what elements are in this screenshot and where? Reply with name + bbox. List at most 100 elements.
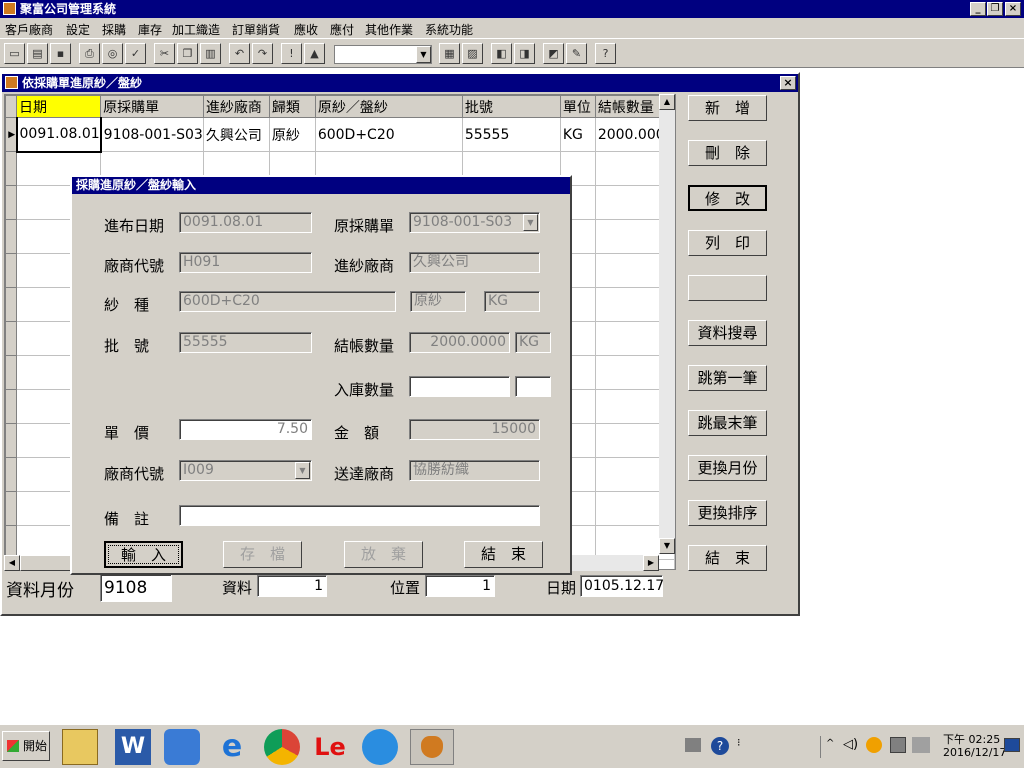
save-button[interactable]: 存 檔 [223, 541, 302, 568]
orig-po-select[interactable]: 9108-001-S03 ▼ [409, 212, 540, 233]
col-header-date[interactable]: 日期 [15, 95, 102, 118]
menu-system[interactable]: 系統功能 [425, 21, 473, 38]
grid-cell-vendor[interactable]: 久興公司 [202, 117, 270, 152]
minimize-button[interactable]: _ [970, 2, 986, 16]
edit-button[interactable]: 修 改 [688, 185, 767, 211]
internet-explorer-icon[interactable]: e [214, 729, 250, 765]
settle-qty-field[interactable]: 2000.0000 [409, 332, 510, 353]
exclamation-icon[interactable]: ! [281, 43, 302, 64]
col-header-vendor[interactable]: 進紗廠商 [202, 95, 270, 118]
fox-app-taskbar-icon[interactable] [410, 729, 454, 765]
cut-icon[interactable]: ✂ [154, 43, 175, 64]
clock-date[interactable]: 2016/12/17 [943, 746, 1006, 759]
chevron-down-icon[interactable]: ▼ [416, 46, 431, 63]
picture-icon[interactable]: ▨ [462, 43, 483, 64]
change-sort-button[interactable]: 更換排序 [688, 500, 767, 526]
vendor-code-field[interactable]: H091 [179, 252, 312, 273]
change-month-button[interactable]: 更換月份 [688, 455, 767, 481]
menu-other[interactable]: 其他作業 [365, 21, 413, 38]
first-record-button[interactable]: 跳第一筆 [688, 365, 767, 391]
last-record-button[interactable]: 跳最末筆 [688, 410, 767, 436]
col-header-yarn[interactable]: 原紗／盤紗 [314, 95, 463, 118]
yarn-type-field[interactable]: 600D+C20 [179, 291, 396, 312]
restore-button[interactable]: ❐ [987, 2, 1003, 16]
save-disk-icon[interactable]: ▪ [50, 43, 71, 64]
new-file-icon[interactable]: ▭ [4, 43, 25, 64]
chevron-down-icon[interactable]: ▼ [523, 214, 538, 231]
discard-button[interactable]: 放 棄 [344, 541, 423, 568]
menu-inventory[interactable]: 庫存 [138, 21, 162, 38]
col-header-unit[interactable]: 單位 [559, 95, 596, 118]
print-preview-icon[interactable]: ◎ [102, 43, 123, 64]
add-button[interactable]: 新 增 [688, 95, 767, 121]
category-field[interactable]: 原紗 [410, 291, 466, 312]
search-button[interactable]: 資料搜尋 [688, 320, 767, 346]
child-close-button[interactable]: × [780, 76, 796, 90]
close-button[interactable]: × [1005, 2, 1021, 16]
unit-field[interactable]: KG [484, 291, 540, 312]
tool-a-icon[interactable]: ◧ [491, 43, 512, 64]
form-icon[interactable]: ▦ [439, 43, 460, 64]
open-folder-icon[interactable]: ▤ [27, 43, 48, 64]
file-explorer-icon[interactable] [62, 729, 98, 765]
print-icon[interactable]: ⎙ [79, 43, 100, 64]
yarn-vendor-field[interactable]: 久興公司 [409, 252, 540, 273]
help-icon[interactable]: ? [595, 43, 616, 64]
menu-orders[interactable]: 訂單銷貨 [232, 21, 280, 38]
grid-cell-po[interactable]: 9108-001-S03 [100, 117, 204, 152]
lot-field[interactable]: 55555 [179, 332, 312, 353]
grid-cell-yarn[interactable]: 600D+C20 [314, 117, 463, 152]
dialog-close-button[interactable]: 結 束 [464, 541, 543, 568]
tool-b-icon[interactable]: ◨ [514, 43, 535, 64]
antivirus-icon[interactable] [866, 737, 882, 753]
col-header-po[interactable]: 原採購單 [100, 95, 204, 118]
clock-time[interactable]: 下午 02:25 [943, 731, 1000, 747]
undo-icon[interactable]: ↶ [229, 43, 250, 64]
col-header-lot[interactable]: 批號 [461, 95, 561, 118]
menu-purchase[interactable]: 採購 [102, 21, 126, 38]
blank-button[interactable] [688, 275, 767, 301]
redo-icon[interactable]: ↷ [252, 43, 273, 64]
grid-cell-lot[interactable]: 55555 [461, 117, 561, 152]
menu-settings[interactable]: 設定 [66, 21, 90, 38]
chart-icon[interactable]: ▲ [304, 43, 325, 64]
help-tray-icon[interactable]: ? [711, 737, 729, 755]
tool-c-icon[interactable]: ◩ [543, 43, 564, 64]
scroll-down-icon[interactable]: ▼ [659, 538, 675, 554]
keyboard-icon[interactable] [685, 738, 701, 752]
display-icon[interactable] [912, 737, 930, 753]
start-button[interactable]: 開始 [2, 731, 50, 761]
print-button[interactable]: 列 印 [688, 230, 767, 256]
col-header-category[interactable]: 歸類 [268, 95, 316, 118]
chevron-down-icon[interactable]: ▼ [295, 462, 310, 479]
stock-qty-field[interactable] [409, 376, 510, 397]
chrome-icon[interactable] [264, 729, 300, 765]
spell-check-icon[interactable]: ✓ [125, 43, 146, 64]
unit-price-field[interactable]: 7.50 [179, 419, 312, 440]
toolbar-combo[interactable]: ▼ [334, 45, 432, 64]
media-player-icon[interactable] [164, 729, 200, 765]
menu-payable[interactable]: 應付 [330, 21, 354, 38]
grid-cell-category[interactable]: 原紗 [268, 117, 316, 152]
delete-button[interactable]: 刪 除 [688, 140, 767, 166]
menu-customers[interactable]: 客戶廠商 [5, 21, 53, 38]
tray-expand-icon[interactable]: ^ [826, 738, 834, 749]
menu-weaving[interactable]: 加工織造 [172, 21, 220, 38]
volume-icon[interactable]: ◁) [843, 737, 858, 752]
scroll-right-icon[interactable]: ▶ [643, 555, 659, 571]
amount-field[interactable]: 15000 [409, 419, 540, 440]
remark-field[interactable] [179, 505, 540, 526]
video-player-icon[interactable] [362, 729, 398, 765]
stock-unit-field[interactable] [515, 376, 551, 397]
tool-d-icon[interactable]: ✎ [566, 43, 587, 64]
scroll-up-icon[interactable]: ▲ [659, 94, 675, 110]
show-desktop-icon[interactable] [1004, 738, 1020, 752]
paste-icon[interactable]: ▥ [200, 43, 221, 64]
menu-receivable[interactable]: 應收 [294, 21, 318, 38]
scroll-left-icon[interactable]: ◀ [4, 555, 20, 571]
exit-button[interactable]: 結 束 [688, 545, 767, 571]
le-icon[interactable]: Le [312, 729, 348, 765]
grid-vertical-scrollbar[interactable]: ▲ ▼ [659, 94, 675, 554]
input-button[interactable]: 輸 入 [104, 541, 183, 568]
word-icon[interactable]: W [115, 729, 151, 765]
